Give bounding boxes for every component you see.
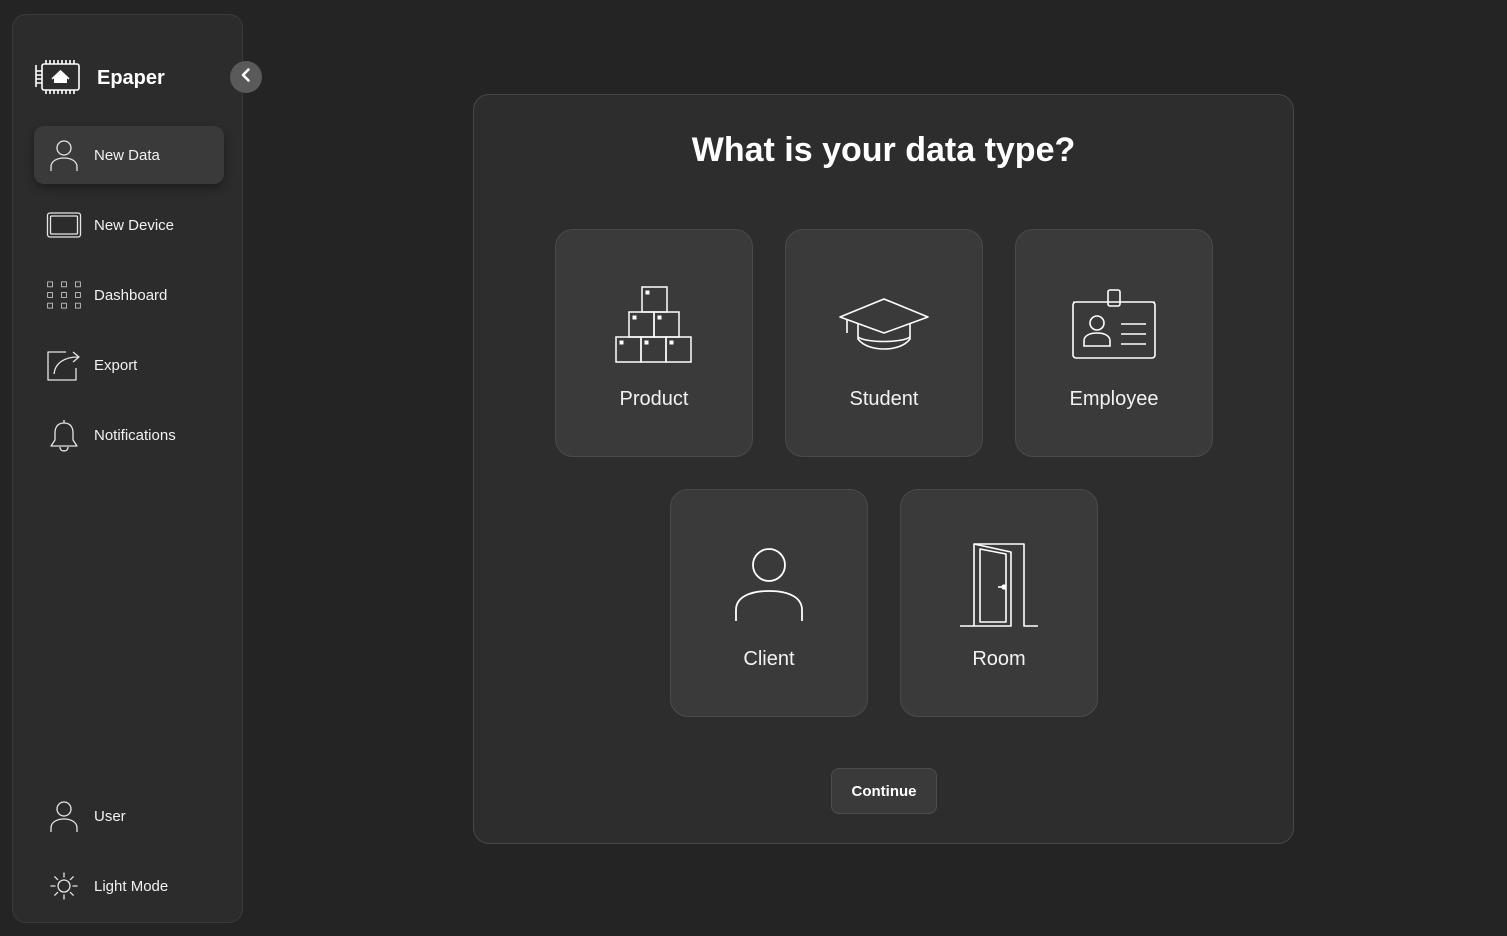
sidebar-item-new-device[interactable]: New Device <box>34 196 224 254</box>
export-icon <box>46 347 82 383</box>
door-icon <box>901 540 1097 630</box>
sidebar-item-label: Dashboard <box>94 286 168 304</box>
option-client-card[interactable]: Client <box>670 489 868 717</box>
option-label: Client <box>743 648 795 670</box>
sidebar-item-notifications[interactable]: Notifications <box>34 406 224 464</box>
sidebar-item-user[interactable]: User <box>34 787 224 845</box>
sun-icon <box>46 868 82 904</box>
sidebar-item-label: Light Mode <box>94 877 169 895</box>
sidebar-item-label: Export <box>94 356 138 374</box>
person-icon <box>671 540 867 630</box>
option-product-card[interactable]: Product <box>555 229 753 457</box>
option-label: Room <box>972 648 1026 670</box>
sidebar-item-dashboard[interactable]: Dashboard <box>34 266 224 324</box>
light-mode-toggle[interactable]: Light Mode <box>34 857 224 915</box>
sidebar-item-export[interactable]: Export <box>34 336 224 394</box>
bell-icon <box>46 417 82 453</box>
option-employee-card[interactable]: Employee <box>1015 229 1213 457</box>
page-title: What is your data type? <box>691 131 1076 169</box>
sidebar-item-label: Notifications <box>94 426 176 444</box>
option-label: Employee <box>1069 388 1159 410</box>
graduation-cap-icon <box>786 280 982 370</box>
brand: Epaper <box>33 57 165 100</box>
user-icon <box>46 137 82 173</box>
chevron-left-icon <box>238 67 254 88</box>
sidebar-item-new-data[interactable]: New Data <box>34 126 224 184</box>
app-name: Epaper <box>97 67 165 89</box>
epaper-logo-icon <box>33 57 83 100</box>
option-room-card[interactable]: Room <box>900 489 1098 717</box>
option-label: Product <box>619 388 689 410</box>
user-icon <box>46 798 82 834</box>
sidebar-item-label: User <box>94 807 126 825</box>
option-label: Student <box>849 388 919 410</box>
boxes-icon <box>556 280 752 370</box>
data-type-panel: What is your data type? Product Student … <box>473 94 1294 844</box>
option-student-card[interactable]: Student <box>785 229 983 457</box>
sidebar: Epaper New Data New Device Dashboard Exp… <box>12 14 262 923</box>
continue-button[interactable]: Continue <box>831 768 937 814</box>
sidebar-item-label: New Device <box>94 216 175 234</box>
collapse-sidebar-button[interactable] <box>230 61 262 93</box>
id-badge-icon <box>1016 280 1212 370</box>
device-icon <box>46 207 82 243</box>
grid-icon <box>46 277 82 313</box>
sidebar-item-label: New Data <box>94 146 160 164</box>
